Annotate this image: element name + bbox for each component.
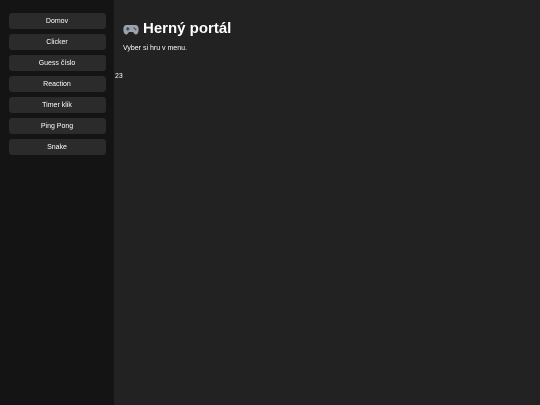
sidebar-item-ping-pong[interactable]: Ping Pong (8, 118, 106, 134)
sidebar-item-label: Guess číslo (38, 59, 76, 67)
sidebar-item-label: Ping Pong (40, 122, 74, 130)
sidebar-menu: Domov Clicker Guess číslo Reaction Timer… (0, 0, 114, 405)
sidebar-item-snake[interactable]: Snake (8, 139, 106, 155)
main-content: Herný portál Vyber si hru v menu. 23 (114, 0, 540, 405)
sidebar-item-reaction[interactable]: Reaction (8, 76, 106, 92)
sidebar-item-label: Clicker (46, 38, 68, 46)
sidebar-item-label: Reaction (43, 80, 71, 88)
sidebar-item-domov[interactable]: Domov (8, 13, 106, 29)
page-title-text: Herný portál (143, 20, 232, 37)
sidebar-item-clicker[interactable]: Clicker (8, 34, 106, 50)
sidebar-item-guess-cislo[interactable]: Guess číslo (8, 55, 106, 71)
sidebar-item-label: Snake (47, 143, 67, 151)
page-title: Herný portál (123, 20, 231, 37)
sidebar-item-label: Timer klik (42, 101, 72, 109)
game-controller-icon (123, 22, 139, 36)
sidebar-item-timer-klik[interactable]: Timer klik (8, 97, 106, 113)
counter-value: 23 (115, 73, 123, 80)
app-window: Domov Clicker Guess číslo Reaction Timer… (0, 0, 540, 405)
page-subtitle: Vyber si hru v menu. (123, 45, 187, 52)
sidebar-item-label: Domov (45, 17, 69, 25)
